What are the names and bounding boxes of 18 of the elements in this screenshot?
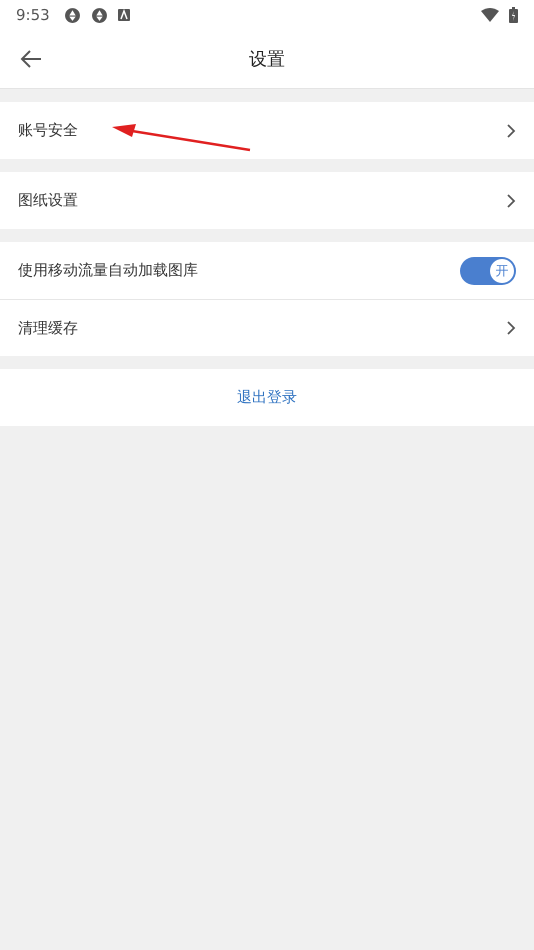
row-label: 账号安全	[18, 121, 79, 140]
chevron-right-icon	[506, 320, 516, 336]
chevron-right-icon	[506, 122, 516, 138]
aperture-icon	[64, 6, 81, 24]
page-title: 设置	[249, 48, 285, 71]
row-label: 清理缓存	[18, 318, 79, 338]
toggle-knob: 开	[490, 258, 514, 282]
notification-icon	[118, 9, 130, 21]
status-time: 9:53	[16, 6, 50, 24]
battery-icon	[509, 7, 518, 23]
wifi-icon	[481, 8, 499, 22]
aperture-icon	[90, 6, 108, 24]
back-button[interactable]	[20, 49, 42, 69]
row-label: 使用移动流量自动加载图库	[18, 261, 199, 280]
row-label: 图纸设置	[18, 191, 79, 210]
logout-button[interactable]: 退出登录	[233, 384, 301, 411]
toggle-switch[interactable]: 开	[460, 256, 516, 284]
chevron-right-icon	[506, 192, 516, 208]
